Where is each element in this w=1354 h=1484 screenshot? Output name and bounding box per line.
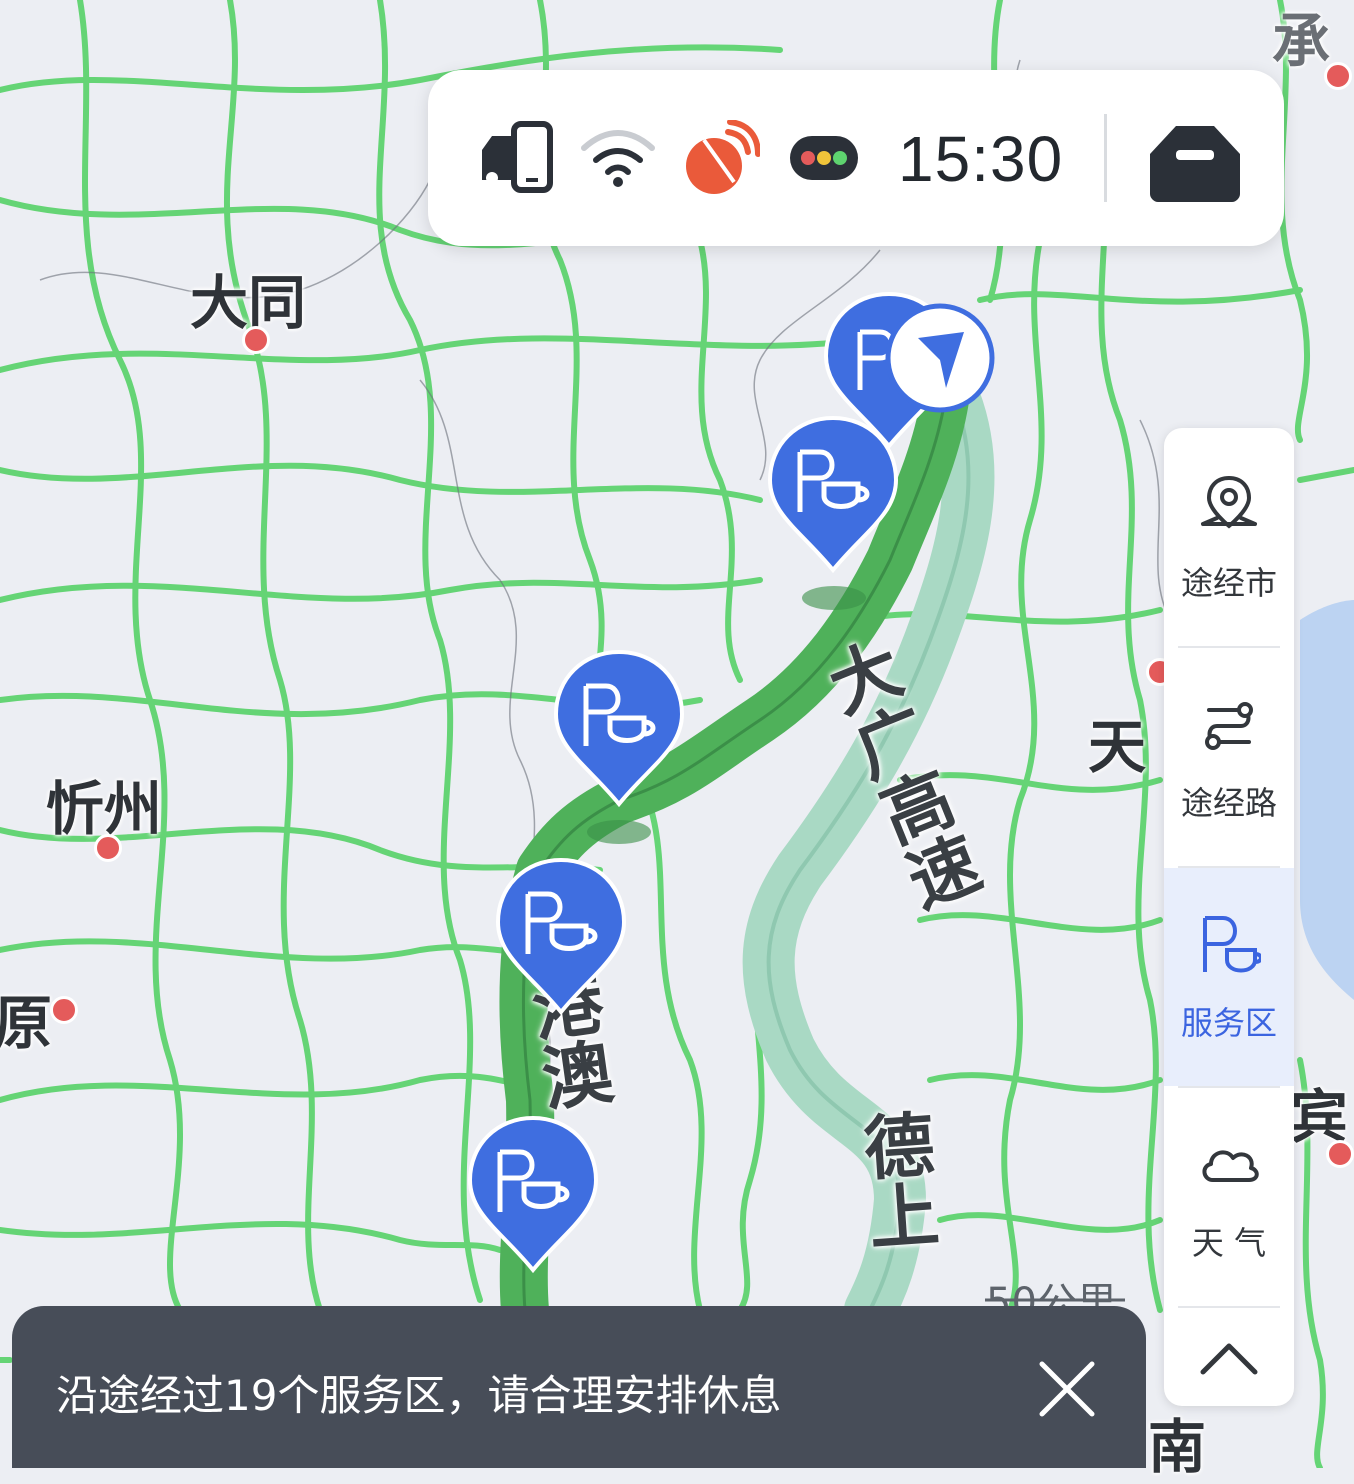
status-bar: 15:30 <box>428 70 1284 246</box>
side-item-label: 途经市 <box>1180 564 1277 602</box>
satellite-dish-icon <box>684 119 761 200</box>
city-label-chengde: 承 <box>1272 7 1331 75</box>
divider <box>1104 114 1107 202</box>
side-item-label: 天 气 <box>1191 1224 1267 1262</box>
city-dot <box>1324 62 1352 90</box>
toast-close-button[interactable] <box>1036 1358 1098 1420</box>
city-dot <box>50 996 78 1024</box>
route-icon <box>1205 702 1253 750</box>
road-label-deshang: 德上 <box>850 1107 942 1253</box>
service-area-pin[interactable] <box>494 856 628 1016</box>
side-item-label: 途经路 <box>1180 784 1277 822</box>
service-area-icon <box>1203 916 1261 973</box>
location-pin-icon <box>1201 475 1257 529</box>
side-item-label: 服务区 <box>1180 1004 1277 1042</box>
city-dot <box>242 326 270 354</box>
side-item-cities[interactable]: 途经市 <box>1164 428 1294 646</box>
expand-toggle[interactable] <box>1164 1308 1294 1406</box>
city-dot <box>94 834 122 862</box>
side-item-service-areas[interactable]: 服务区 <box>1164 868 1294 1086</box>
chevron-up-icon <box>1200 1343 1258 1375</box>
wifi-icon <box>580 126 656 192</box>
city-label-tianjin: 天 <box>1088 713 1147 781</box>
side-item-weather[interactable]: 天 气 <box>1164 1088 1294 1306</box>
traffic-light-icon <box>788 134 860 186</box>
collapse-icon[interactable] <box>1146 122 1244 206</box>
service-area-toast: 沿途经过19个服务区，请合理安排休息 <box>12 1306 1146 1468</box>
phone-car-connect-icon <box>478 120 554 198</box>
side-panel: 途经市 途经路 服务区 天 气 <box>1164 428 1294 1406</box>
side-item-roads[interactable]: 途经路 <box>1164 648 1294 866</box>
service-area-pin[interactable] <box>466 1114 600 1274</box>
city-label-jinan: 南 <box>1148 1413 1207 1481</box>
cloud-icon <box>1202 1150 1259 1182</box>
toast-message: 沿途经过19个服务区，请合理安排休息 <box>56 1371 782 1420</box>
service-area-pin[interactable] <box>552 648 686 808</box>
city-dot <box>1326 1140 1354 1168</box>
service-area-pin[interactable] <box>766 414 900 574</box>
clock-time: 15:30 <box>898 123 1064 195</box>
close-icon <box>1039 1361 1095 1417</box>
current-location-marker <box>884 302 996 414</box>
city-label-taiyuan: 原 <box>0 989 53 1057</box>
